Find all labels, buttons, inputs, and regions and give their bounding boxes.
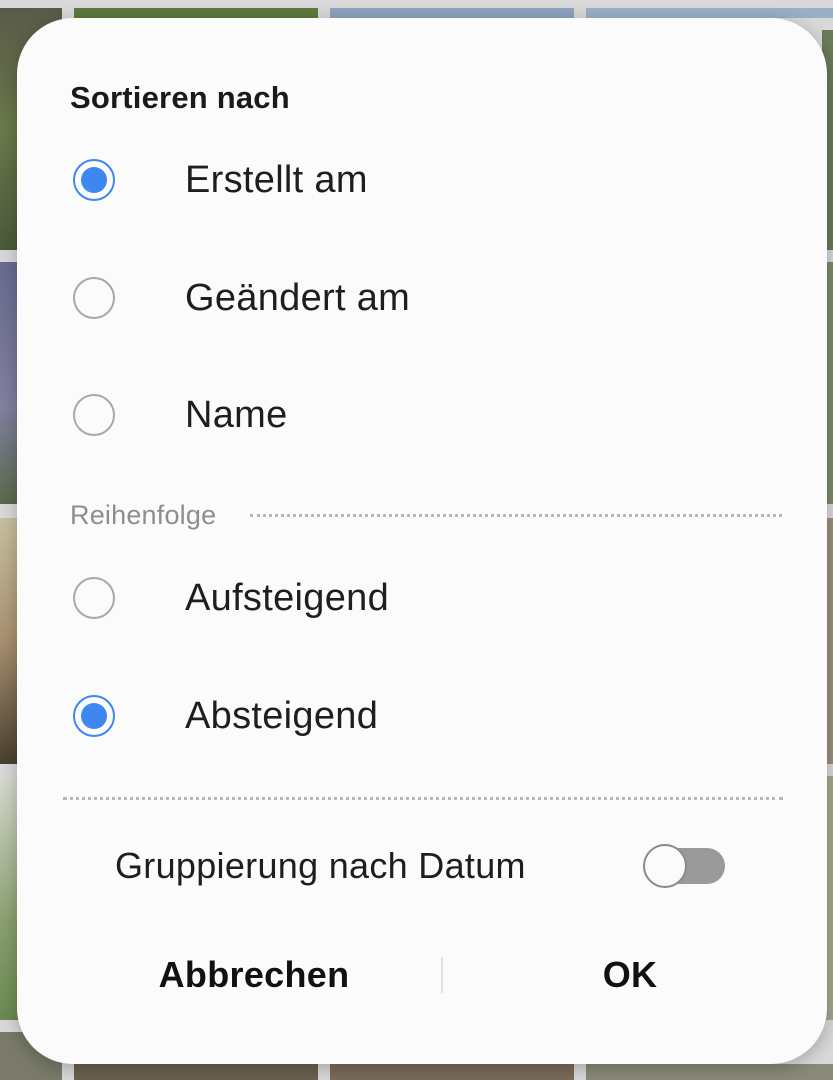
- group-by-date-toggle[interactable]: [643, 844, 725, 888]
- sort-option-label: Geändert am: [185, 276, 411, 319]
- gallery-thumbnail: [330, 1064, 574, 1080]
- sort-option-name[interactable]: Name: [73, 375, 773, 455]
- sort-option-modified[interactable]: Geändert am: [73, 258, 773, 338]
- toggle-knob: [643, 844, 687, 888]
- group-by-date-row[interactable]: Gruppierung nach Datum: [115, 836, 725, 896]
- divider: [63, 797, 783, 800]
- sort-dialog: Sortieren nach Erstellt am Geändert am N…: [17, 18, 827, 1064]
- gallery-thumbnail: [0, 776, 18, 1020]
- radio-checked-icon[interactable]: [73, 695, 115, 737]
- sort-option-label: Erstellt am: [185, 158, 368, 201]
- gallery-thumbnail: [0, 518, 18, 764]
- radio-unchecked-icon[interactable]: [73, 577, 115, 619]
- radio-checked-icon[interactable]: [73, 159, 115, 201]
- order-option-ascending[interactable]: Aufsteigend: [73, 558, 773, 638]
- sort-option-created[interactable]: Erstellt am: [73, 140, 773, 220]
- cancel-button[interactable]: Abbrechen: [17, 938, 441, 1012]
- dialog-actions: Abbrechen OK: [17, 938, 827, 1012]
- order-section-label: Reihenfolge: [70, 500, 217, 530]
- order-section-header: Reihenfolge: [70, 500, 782, 531]
- ok-button[interactable]: OK: [443, 938, 827, 1012]
- gallery-thumbnail: [586, 8, 833, 18]
- gallery-thumbnail: [586, 1064, 833, 1080]
- section-divider: [250, 514, 782, 517]
- gallery-thumbnail: [330, 8, 574, 18]
- order-option-label: Absteigend: [185, 694, 379, 737]
- gallery-thumbnail: [0, 262, 18, 504]
- dialog-title: Sortieren nach: [70, 80, 290, 115]
- radio-unchecked-icon[interactable]: [73, 394, 115, 436]
- radio-unchecked-icon[interactable]: [73, 277, 115, 319]
- sort-option-label: Name: [185, 393, 288, 436]
- order-option-descending[interactable]: Absteigend: [73, 676, 773, 756]
- group-by-date-label: Gruppierung nach Datum: [115, 845, 526, 886]
- gallery-thumbnail: [74, 8, 318, 18]
- order-option-label: Aufsteigend: [185, 576, 390, 619]
- gallery-thumbnail: [74, 1064, 318, 1080]
